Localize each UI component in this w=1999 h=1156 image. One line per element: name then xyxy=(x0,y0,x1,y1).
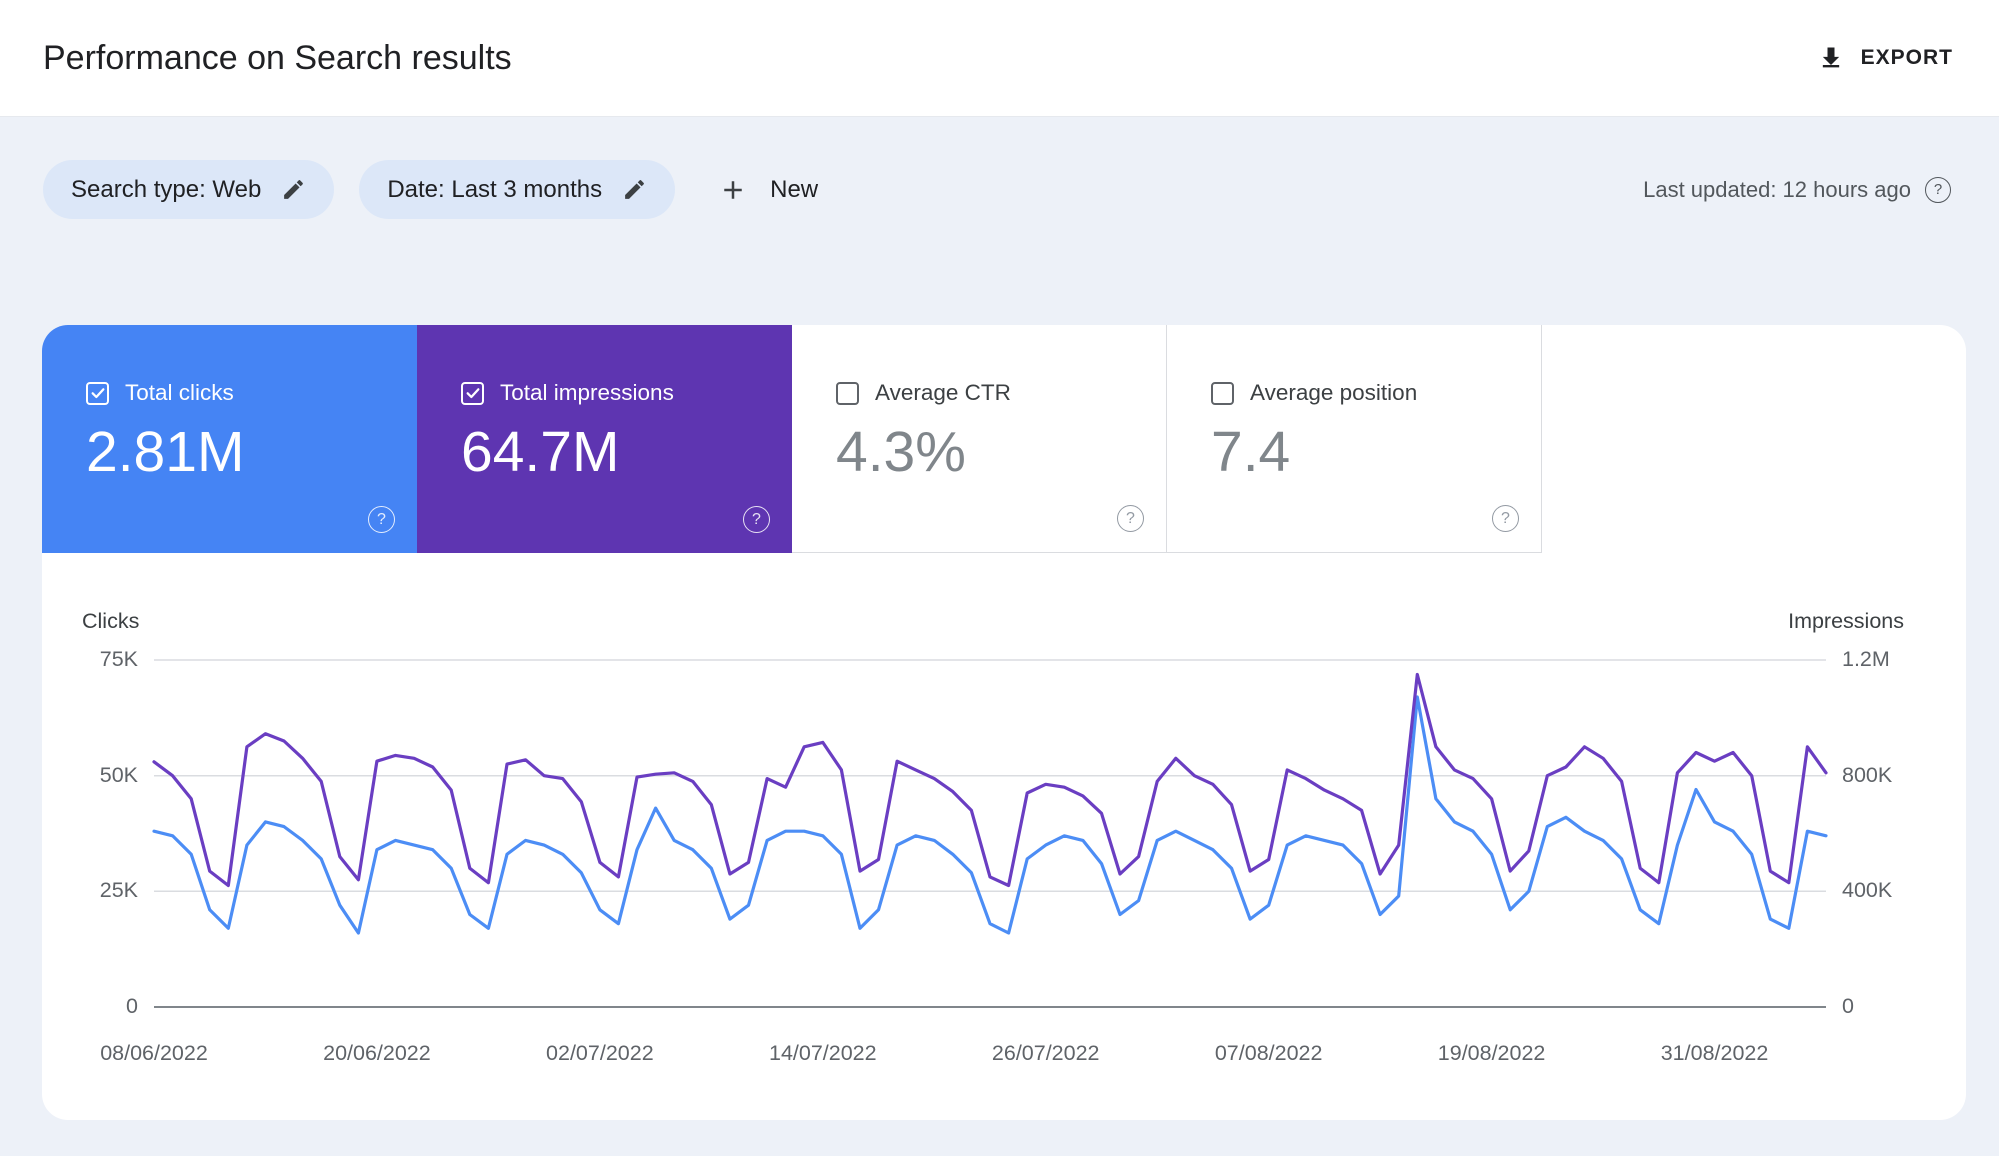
search-type-chip-label: Search type: Web xyxy=(71,175,262,203)
download-icon xyxy=(1817,44,1845,72)
last-updated: Last updated: 12 hours ago ? xyxy=(1643,176,1951,203)
edit-icon xyxy=(281,177,306,202)
last-updated-text: Last updated: 12 hours ago xyxy=(1643,176,1911,202)
page-title: Performance on Search results xyxy=(43,38,512,77)
header: Performance on Search results EXPORT xyxy=(0,0,1999,117)
new-filter-label: New xyxy=(770,175,819,203)
date-range-chip[interactable]: Date: Last 3 months xyxy=(359,160,676,219)
search-type-chip[interactable]: Search type: Web xyxy=(43,160,335,219)
report-card: Total clicks 2.81M ? Total impressions 6… xyxy=(42,325,1966,1120)
plus-icon xyxy=(718,175,748,205)
export-button[interactable]: EXPORT xyxy=(1817,44,1953,72)
date-range-chip-label: Date: Last 3 months xyxy=(387,175,603,203)
edit-icon xyxy=(622,177,647,202)
search-console-performance-page: Performance on Search results EXPORT Sea… xyxy=(0,0,1999,1156)
new-filter-button[interactable]: New xyxy=(718,175,818,205)
filter-bar: Search type: Web Date: Last 3 months New… xyxy=(0,160,1999,219)
performance-chart[interactable] xyxy=(42,325,1966,1120)
help-icon[interactable]: ? xyxy=(1925,176,1951,203)
export-label: EXPORT xyxy=(1860,46,1953,69)
